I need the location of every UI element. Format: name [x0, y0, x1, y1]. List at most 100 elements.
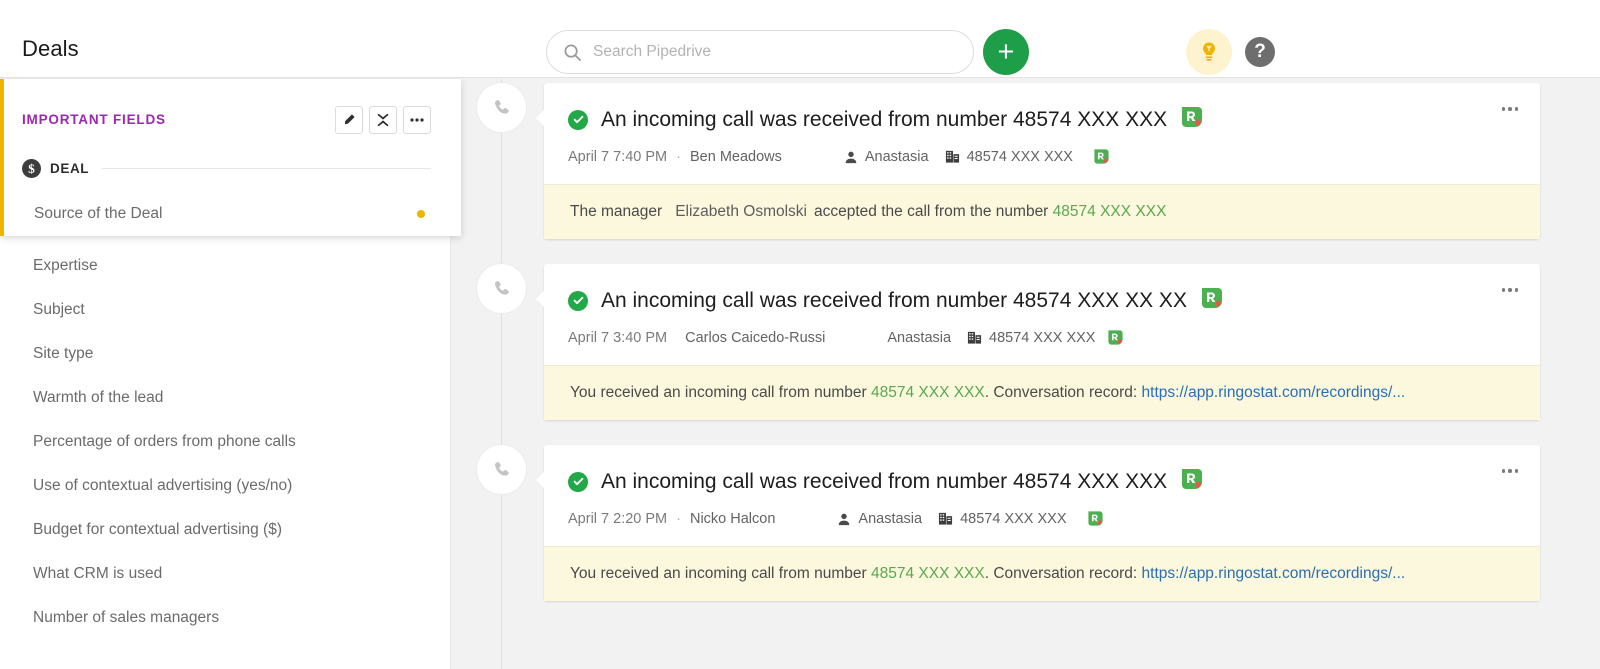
activity-feed: An incoming call was received from numbe… [451, 79, 1600, 669]
headline-text: An incoming call was received from numbe… [601, 288, 1187, 312]
important-fields-list: Expertise Subject Site type Warmth of th… [0, 244, 451, 640]
field-label: Expertise [33, 257, 98, 274]
card-header: An incoming call was received from numbe… [544, 445, 1540, 546]
collapse-icon [377, 113, 389, 127]
person-icon [844, 150, 858, 164]
add-button[interactable]: + [983, 29, 1029, 75]
field-label: Warmth of the lead [33, 389, 164, 406]
meta-person: Anastasia [887, 329, 952, 346]
organization-icon [945, 149, 960, 164]
meta-author: Nicko Halcon [689, 510, 776, 527]
timeline-rail [501, 79, 502, 669]
field-item[interactable]: Subject [0, 288, 451, 332]
ringostat-icon [1200, 286, 1224, 315]
field-label: Number of sales managers [33, 609, 220, 626]
meta-person: Anastasia [858, 510, 923, 527]
phone-icon [477, 83, 526, 132]
meta-org: 48574 XXX XXX [960, 510, 1067, 527]
tips-button[interactable] [1186, 29, 1232, 75]
recording-link[interactable]: https://app.ringostat.com/recordings/... [1142, 565, 1406, 582]
phone-icon [477, 264, 526, 313]
card-header: An incoming call was received from numbe… [544, 83, 1540, 184]
important-fields-actions [335, 106, 431, 134]
search-input[interactable]: Search Pipedrive [546, 30, 974, 74]
meta-org: 48574 XXX XXX [989, 329, 1096, 346]
meta-separator: · [676, 510, 681, 527]
activity-card[interactable]: An incoming call was received from numbe… [536, 445, 1540, 601]
ringostat-icon [1093, 148, 1110, 165]
field-label: Budget for contextual advertising ($) [33, 521, 282, 538]
field-item[interactable]: Expertise [0, 244, 451, 288]
important-fields-panel: IMPORTANT FIELDS $ DEAL Source of the De… [0, 79, 461, 236]
page-title: Deals [22, 36, 79, 61]
field-item[interactable]: Use of contextual advertising (yes/no) [0, 464, 451, 508]
card-menu-button[interactable] [1501, 469, 1518, 473]
activity-card[interactable]: An incoming call was received from numbe… [536, 83, 1540, 239]
plus-icon: + [997, 36, 1015, 68]
field-item[interactable]: What CRM is used [0, 552, 451, 596]
meta-author: Carlos Caicedo-Russi [685, 329, 826, 346]
note-number: 48574 XXX XXX [1052, 203, 1167, 220]
help-icon: ? [1254, 41, 1266, 62]
field-item[interactable]: Percentage of orders from phone calls [0, 420, 451, 464]
required-dot-icon [417, 209, 425, 218]
ringostat-icon [1087, 510, 1104, 527]
card-menu-button[interactable] [1501, 107, 1518, 111]
ringostat-icon [1107, 329, 1124, 346]
note-number: 48574 XXX XXX [870, 565, 985, 582]
card-note: You received an incoming call from numbe… [544, 365, 1540, 420]
card-meta: April 7 2:20 PM · Nicko Halcon Anastasia… [568, 510, 1514, 527]
card-meta: April 7 3:40 PM Carlos Caicedo-Russi Ana… [568, 329, 1514, 346]
ringostat-icon [1180, 105, 1204, 134]
field-item[interactable]: Budget for contextual advertising ($) [0, 508, 451, 552]
card-header: An incoming call was received from numbe… [544, 264, 1540, 365]
card-note: The manager Elizabeth Osmolski accepted th… [544, 184, 1540, 239]
card-meta: April 7 7:40 PM · Ben Meadows Anastasia … [568, 148, 1514, 165]
search-placeholder: Search Pipedrive [593, 43, 712, 60]
ellipsis-icon [410, 118, 424, 122]
field-label: Use of contextual advertising (yes/no) [33, 477, 293, 494]
meta-time: April 7 2:20 PM [568, 510, 668, 527]
field-item[interactable]: Warmth of the lead [0, 376, 451, 420]
important-fields-title: IMPORTANT FIELDS [22, 112, 166, 127]
note-name: Elizabeth Osmolski [675, 203, 807, 220]
field-item-source-of-the-deal[interactable]: Source of the Deal [4, 191, 461, 236]
headline-text: An incoming call was received from numbe… [601, 469, 1168, 493]
note-prefix: You received an incoming call from numbe… [570, 565, 867, 582]
check-circle-icon [568, 109, 588, 130]
divider [102, 168, 431, 169]
field-label: Site type [33, 345, 94, 362]
headline-text: An incoming call was received from numbe… [601, 107, 1168, 131]
note-suffix: . Conversation record: [984, 565, 1138, 582]
organization-icon [938, 511, 953, 526]
note-number: 48574 XXX XXX [870, 384, 985, 401]
check-circle-icon [568, 290, 588, 311]
card-headline: An incoming call was received from numbe… [568, 286, 1514, 315]
meta-separator: · [676, 148, 681, 165]
card-menu-button[interactable] [1501, 288, 1518, 292]
field-label: Subject [33, 301, 85, 318]
meta-person: Anastasia [864, 148, 929, 165]
field-item[interactable]: Number of sales managers [0, 596, 451, 640]
help-button[interactable]: ? [1245, 37, 1275, 67]
card-note: You received an incoming call from numbe… [544, 546, 1540, 601]
pencil-icon [344, 114, 355, 125]
note-middle: accepted the call from the number [814, 203, 1049, 220]
more-button[interactable] [403, 106, 431, 134]
collapse-button[interactable] [369, 106, 397, 134]
note-prefix: The manager [570, 203, 663, 220]
edit-button[interactable] [335, 106, 363, 134]
top-bar: Deals Search Pipedrive + ? [0, 0, 1600, 78]
meta-org: 48574 XXX XXX [966, 148, 1073, 165]
activity-card[interactable]: An incoming call was received from numbe… [536, 264, 1540, 420]
meta-time: April 7 7:40 PM [568, 148, 668, 165]
phone-icon [477, 445, 526, 494]
field-label: Percentage of orders from phone calls [33, 433, 296, 450]
deal-section-header: $ DEAL [22, 159, 431, 178]
recording-link[interactable]: https://app.ringostat.com/recordings/... [1142, 384, 1406, 401]
meta-time: April 7 3:40 PM [568, 329, 668, 346]
dollar-coin-icon: $ [22, 159, 41, 178]
field-item[interactable]: Site type [0, 332, 451, 376]
search-icon [563, 43, 582, 62]
field-label: Source of the Deal [34, 204, 163, 222]
